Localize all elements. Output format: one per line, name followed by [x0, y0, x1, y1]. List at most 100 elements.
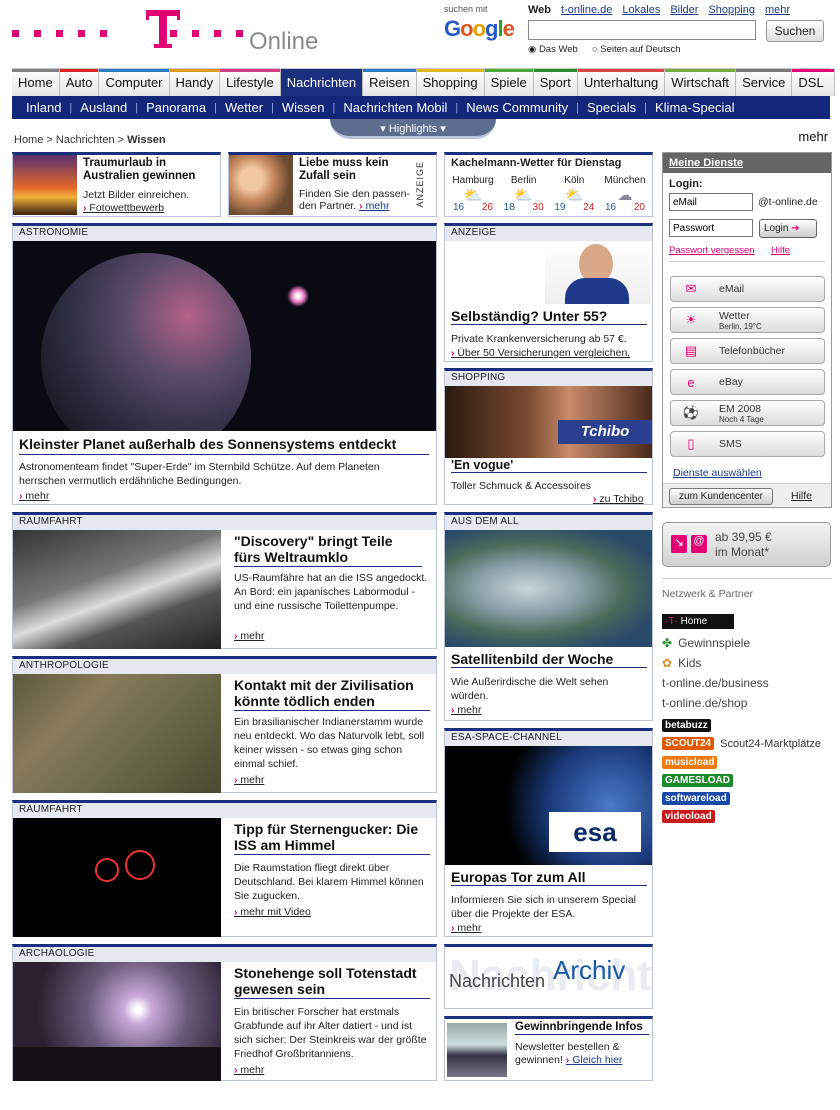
tab-tonline[interactable]: t-online.de — [561, 4, 612, 16]
teaser-link[interactable]: mehr — [359, 200, 389, 212]
search-input[interactable] — [528, 20, 756, 40]
kundencenter-button[interactable]: zum Kundencenter — [669, 488, 773, 505]
scout24-label[interactable]: Scout24-Marktplätze — [720, 738, 821, 750]
radio-web[interactable]: ◉ Das Web — [528, 44, 578, 55]
subnav-wetter[interactable]: Wetter — [217, 100, 271, 115]
tab-lokales[interactable]: Lokales — [622, 4, 660, 16]
subnav-nachrichten-mobil[interactable]: Nachrichten Mobil — [335, 100, 455, 115]
subnav-wissen[interactable]: Wissen — [274, 100, 333, 115]
crumb-home[interactable]: Home — [14, 134, 43, 146]
ad-link[interactable]: Über 50 Versicherungen vergleichen. — [451, 346, 630, 360]
subnav-specials[interactable]: Specials — [579, 100, 644, 115]
teaser-link[interactable]: Fotowettbewerb — [83, 201, 164, 215]
service-wetter[interactable]: ☀ Wetter Berlin, 19°C — [670, 307, 825, 333]
stonehenge-image[interactable] — [13, 962, 221, 1081]
dsl-promo[interactable]: ↘ @ ab 39,95 € im Monat* — [662, 522, 831, 567]
article-title[interactable]: "Discovery" bringt Teile fürs Weltraumkl… — [234, 533, 422, 565]
partner-kids[interactable]: ✿ Kids — [662, 653, 832, 673]
nav-item-computer[interactable]: Computer — [99, 69, 170, 96]
subnav-ausland[interactable]: Ausland — [72, 100, 135, 115]
softwareload-logo[interactable]: softwareload — [662, 792, 730, 805]
scout24-logo[interactable]: SCOUT24 — [662, 737, 715, 750]
musicload-logo[interactable]: musicload — [662, 756, 718, 769]
planet-image[interactable] — [13, 241, 436, 431]
weather-city[interactable]: Hamburg ⛅ 16 26 — [449, 175, 497, 213]
subnav-news-community[interactable]: News Community — [458, 100, 576, 115]
service-ebay[interactable]: e eBay — [670, 369, 825, 395]
service-em-2008[interactable]: ⚽ EM 2008 Noch 4 Tage — [670, 400, 825, 426]
help2-link[interactable]: Hilfe — [791, 490, 812, 502]
login-button[interactable]: Login ➔ — [759, 219, 817, 238]
more-link[interactable]: mehr — [451, 921, 481, 935]
nav-item-handy[interactable]: Handy — [169, 69, 221, 96]
gamesload-logo[interactable]: GAMESLOAD — [662, 774, 733, 787]
telekom-logo-icon[interactable] — [146, 10, 180, 48]
tab-shopping[interactable]: Shopping — [708, 4, 755, 16]
nav-item-shopping[interactable]: Shopping — [416, 69, 485, 96]
newsletter-title[interactable]: Gewinnbringende Infos — [515, 1021, 649, 1034]
weather-title[interactable]: Kachelmann-Wetter für Dienstag — [451, 157, 621, 169]
more-link[interactable]: mehr — [19, 489, 49, 503]
nav-item-auto[interactable]: Auto — [59, 69, 100, 96]
weather-city[interactable]: Berlin ⛅ 18 30 — [500, 175, 548, 213]
teaser-partner[interactable]: Liebe muss kein Zufall sein Finden Sie d… — [228, 152, 437, 217]
service-telefonb-cher[interactable]: ▤ Telefonbücher — [670, 338, 825, 364]
tribe-image[interactable] — [13, 674, 221, 793]
shuttle-image[interactable] — [13, 530, 221, 649]
article-title[interactable]: Stonehenge soll Totenstadt gewesen sein — [234, 965, 430, 997]
archiv-box[interactable]: Nachrichten Nachrichten Archiv — [444, 944, 653, 1009]
article-title[interactable]: Kontakt mit der Zivilisation könnte tödl… — [234, 677, 430, 709]
ad-title[interactable]: Selbständig? Unter 55? — [451, 308, 647, 324]
nav-item-unterhaltung[interactable]: Unterhaltung — [577, 69, 666, 96]
email-field[interactable] — [669, 193, 753, 211]
newsletter-link[interactable]: Gleich hier — [566, 1054, 623, 1066]
tab-mehr[interactable]: mehr — [765, 4, 790, 16]
highlights-tab[interactable]: ▾ Highlights ▾ — [330, 119, 496, 139]
subnav-inland[interactable]: Inland — [18, 100, 69, 115]
weather-city[interactable]: München ☁ 16 20 — [601, 175, 649, 213]
password-field[interactable] — [669, 219, 753, 237]
insurance-ad[interactable]: ANZEIGE Selbständig? Unter 55? Private K… — [444, 223, 653, 362]
nav-item-sport[interactable]: Sport — [533, 69, 578, 96]
partner-business[interactable]: t-online.de/business — [662, 673, 832, 693]
nav-item-reisen[interactable]: Reisen — [363, 69, 417, 96]
more-link[interactable]: mehr mit Video — [234, 905, 310, 919]
nav-item-service[interactable]: Service — [736, 69, 793, 96]
nav-item-wirtschaft[interactable]: Wirtschaft — [665, 69, 737, 96]
crumb-nachrichten[interactable]: Nachrichten — [56, 134, 115, 146]
partner-shop[interactable]: t-online.de/shop — [662, 693, 832, 713]
subnav-panorama[interactable]: Panorama — [138, 100, 214, 115]
thome-badge[interactable]: ·T· Home — [662, 614, 734, 629]
forgot-link[interactable]: Passwort vergessen — [669, 245, 755, 256]
shopping-title[interactable]: 'En vogue' — [451, 459, 647, 472]
shopping-link[interactable]: zu Tchibo — [593, 492, 643, 506]
esa-image[interactable]: esa — [445, 746, 652, 865]
subnav-klima-special[interactable]: Klima-Special — [647, 100, 742, 115]
choose-services-link[interactable]: Dienste auswählen — [673, 467, 762, 479]
nav-item-nachrichten[interactable]: Nachrichten — [280, 69, 364, 96]
newsletter-box[interactable]: Gewinnbringende Infos Newsletter bestell… — [444, 1016, 653, 1081]
more-link[interactable]: mehr — [234, 629, 264, 643]
nav-item-spiele[interactable]: Spiele — [484, 69, 534, 96]
teaser-title[interactable]: Liebe muss kein Zufall sein — [299, 157, 411, 183]
article-title[interactable]: Tipp für Sternengucker: Die ISS am Himme… — [234, 821, 430, 853]
nav-item-dsl-mehr[interactable]: DSL & mehr — [792, 69, 836, 144]
tab-bilder[interactable]: Bilder — [670, 4, 698, 16]
satellite-image[interactable] — [445, 530, 652, 647]
iss-image[interactable] — [13, 818, 221, 937]
weather-city[interactable]: Köln ⛅ 19 24 — [550, 175, 598, 213]
partner-gewinnspiele[interactable]: ✤ Gewinnspiele — [662, 633, 832, 653]
search-button[interactable]: Suchen — [766, 20, 824, 42]
help-link[interactable]: Hilfe — [771, 245, 790, 256]
article-title[interactable]: Europas Tor zum All — [451, 869, 647, 885]
radio-de[interactable]: ○ Seiten auf Deutsch — [592, 44, 681, 55]
article-title[interactable]: Satellitenbild der Woche — [451, 651, 647, 667]
tab-web[interactable]: Web — [528, 4, 551, 16]
service-email[interactable]: ✉ eMail — [670, 276, 825, 302]
betabuzz-logo[interactable]: betabuzz — [662, 719, 711, 732]
more-link[interactable]: mehr — [451, 703, 481, 717]
more-link[interactable]: mehr — [234, 1063, 264, 1077]
dienste-title[interactable]: Meine Dienste — [663, 153, 831, 173]
service-sms[interactable]: ▯ SMS — [670, 431, 825, 457]
teaser-australia[interactable]: Traumurlaub in Australien gewinnen Jetzt… — [12, 152, 221, 217]
